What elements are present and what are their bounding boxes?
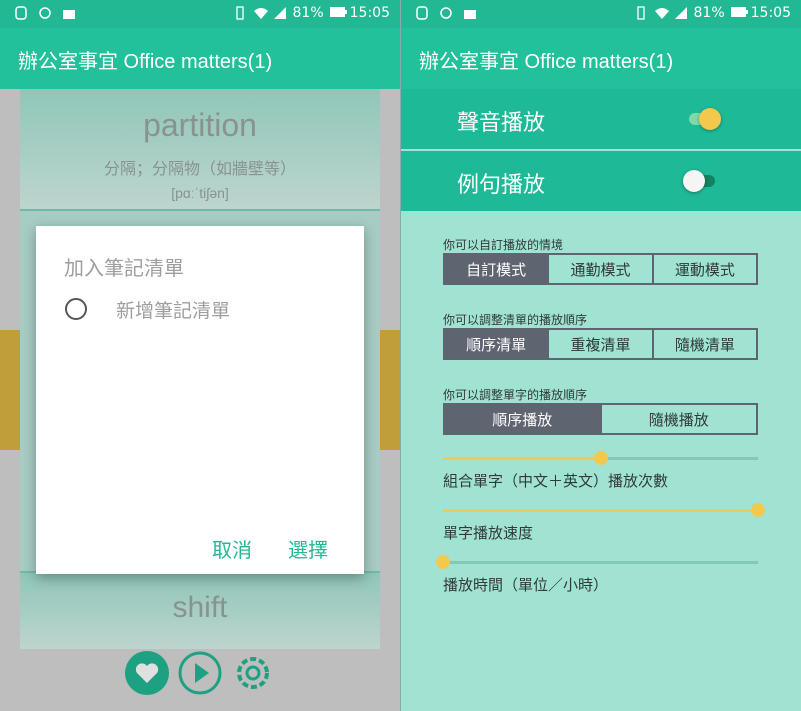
sync-icon: [439, 6, 453, 20]
battery-icon: [329, 6, 347, 20]
word-order-title: 你可以調整單字的播放順序: [443, 388, 588, 402]
toggle-knob: [683, 170, 705, 192]
list-order-segmented: 順序清單 重複清單 隨機清單: [443, 328, 758, 360]
slider-thumb[interactable]: [751, 503, 765, 517]
status-bar: 81% 15:05: [0, 0, 400, 28]
slider-thumb[interactable]: [593, 451, 608, 465]
right-screen: 81% 15:05 辦公室事宜 Office matters(1) 聲音播放 例…: [401, 0, 801, 711]
add-to-notes-dialog: 加入筆記清單 新增筆記清單 取消 選擇: [36, 226, 364, 574]
dialog-title: 加入筆記清單: [64, 256, 184, 280]
list-order-random[interactable]: 隨機清單: [653, 330, 756, 358]
toggle-knob: [699, 108, 721, 130]
app-bar-right: 辦公室事宜 Office matters(1): [401, 28, 801, 89]
select-button[interactable]: 選擇: [288, 534, 328, 563]
status-bar-right: 81% 15:05: [401, 0, 801, 28]
word-order-random[interactable]: 隨機播放: [601, 405, 756, 433]
new-list-option[interactable]: 新增筆記清單: [116, 296, 230, 323]
vibrate-icon: [233, 6, 247, 20]
scenario-option-commute[interactable]: 通勤模式: [549, 255, 652, 283]
wifi-icon: [654, 6, 669, 20]
bag-icon: [62, 6, 76, 20]
slider-fill: [443, 509, 758, 512]
scenario-title: 你可以自訂播放的情境: [443, 238, 564, 252]
scenario-option-custom[interactable]: 自訂模式: [445, 255, 548, 283]
vibrate-icon: [634, 6, 648, 20]
example-setting-row[interactable]: 例句播放: [401, 151, 801, 211]
bag-icon: [463, 6, 477, 20]
example-label: 例句播放: [457, 173, 546, 198]
app-bar: 辦公室事宜 Office matters(1): [0, 28, 400, 89]
sound-toggle[interactable]: [689, 108, 721, 130]
repeat-count-slider[interactable]: [443, 451, 758, 465]
speed-slider[interactable]: [443, 503, 765, 517]
signal-icon: [273, 6, 287, 20]
battery-icon: [730, 6, 748, 20]
cancel-button[interactable]: 取消: [212, 534, 252, 563]
list-order-sequential[interactable]: 順序清單: [445, 330, 548, 358]
page-title: 辦公室事宜 Office matters(1): [419, 51, 674, 73]
sync-icon: [38, 6, 52, 20]
word-order-segmented: 順序播放 隨機播放: [443, 403, 758, 435]
slider-fill: [443, 457, 601, 460]
example-toggle[interactable]: [683, 170, 715, 192]
scenario-segmented: 自訂模式 通勤模式 運動模式: [443, 253, 758, 285]
slider-thumb[interactable]: [436, 555, 450, 569]
word-order-sequential[interactable]: 順序播放: [445, 405, 600, 433]
list-order-repeat[interactable]: 重複清單: [549, 330, 652, 358]
shield-icon: [14, 6, 28, 20]
clock: 15:05: [349, 5, 390, 21]
wifi-icon: [253, 6, 268, 20]
scenario-option-exercise[interactable]: 運動模式: [653, 255, 756, 283]
page-title: 辦公室事宜 Office matters(1): [18, 51, 273, 73]
repeat-count-label: 組合單字（中文＋英文）播放次數: [443, 472, 669, 490]
battery-percent: 81%: [693, 5, 725, 21]
clock: 15:05: [750, 5, 791, 21]
sound-label: 聲音播放: [457, 111, 546, 136]
duration-label: 播放時間（單位／小時）: [443, 576, 609, 594]
sound-setting-row[interactable]: 聲音播放: [401, 89, 801, 150]
left-screen: 81% 15:05 辦公室事宜 Office matters(1) partit…: [0, 0, 400, 711]
shield-icon: [415, 6, 429, 20]
new-list-radio[interactable]: [65, 298, 87, 320]
list-order-title: 你可以調整清單的播放順序: [443, 313, 588, 327]
battery-percent: 81%: [292, 5, 324, 21]
signal-icon: [674, 6, 688, 20]
speed-label: 單字播放速度: [443, 524, 534, 542]
duration-slider[interactable]: [436, 555, 758, 569]
